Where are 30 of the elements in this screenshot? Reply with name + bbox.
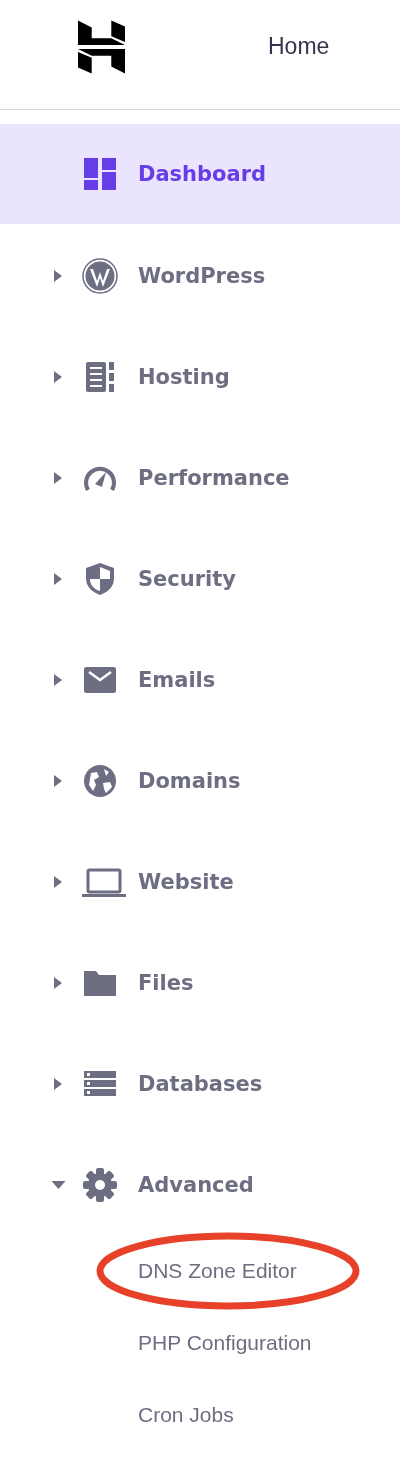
sidebar-item[interactable]: Website <box>0 831 400 932</box>
caret-icon <box>54 471 62 484</box>
logo-icon[interactable] <box>78 19 125 74</box>
submenu-item[interactable]: DNS Zone Editor <box>138 1259 297 1283</box>
gear-icon <box>82 1166 118 1203</box>
caret-icon <box>54 572 62 585</box>
caret-icon <box>54 673 62 686</box>
dashboard-icon <box>82 156 118 192</box>
sidebar-item[interactable]: Databases <box>0 1033 400 1134</box>
submenu-item[interactable]: Cron Jobs <box>138 1403 234 1427</box>
caret-icon <box>51 1180 66 1189</box>
sidebar-item[interactable]: WordPress <box>0 225 400 326</box>
header-title: Home <box>268 33 330 60</box>
caret-icon <box>54 976 62 989</box>
caret-icon <box>54 774 62 787</box>
sidebar-item[interactable]: Security <box>0 528 400 629</box>
sidebar-item[interactable]: Performance <box>0 427 400 528</box>
caret-icon <box>54 875 62 888</box>
sidebar-item[interactable]: Emails <box>0 629 400 730</box>
sidebar-item[interactable]: Advanced <box>0 1134 400 1235</box>
caret-icon <box>54 370 62 383</box>
caret-icon <box>54 1077 62 1090</box>
sidebar-item[interactable]: Domains <box>0 730 400 831</box>
submenu-item[interactable]: PHP Configuration <box>138 1331 312 1355</box>
sidebar-item[interactable]: Files <box>0 932 400 1033</box>
caret-icon <box>54 269 62 282</box>
sidebar-item[interactable]: Dashboard <box>0 124 400 224</box>
globe-icon <box>82 762 118 799</box>
wordpress-icon <box>82 257 118 294</box>
sidebar-item[interactable]: Hosting <box>0 326 400 427</box>
